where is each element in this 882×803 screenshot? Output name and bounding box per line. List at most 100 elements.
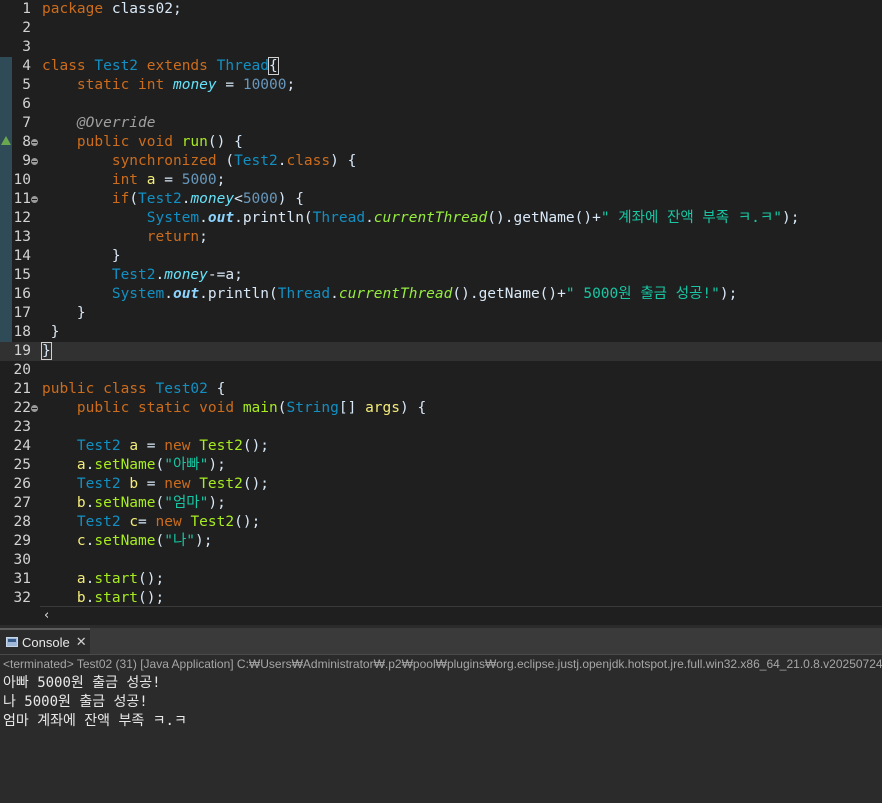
code-line[interactable]: 12 System.out.println(Thread.currentThre…	[0, 209, 882, 228]
code-token: "엄마"	[164, 495, 209, 511]
scroll-left-icon[interactable]: ‹	[44, 608, 49, 623]
code-token: (	[155, 533, 165, 549]
code-line[interactable]: 17 }	[0, 304, 882, 323]
console-status-text: <terminated> Test02 (31) [Java Applicati…	[3, 657, 882, 671]
line-number: 25	[13, 457, 31, 473]
code-token: b	[76, 590, 86, 606]
code-line[interactable]: 14 }	[0, 247, 882, 266]
code-token: <	[234, 191, 243, 207]
code-line[interactable]: 21 public class Test02 {	[0, 380, 882, 399]
code-token: a	[76, 571, 86, 587]
code-token: 5000	[242, 191, 278, 207]
code-editor[interactable]: 1 package class02; 2 3 4 class Test2 extends …	[0, 0, 882, 625]
code-token: money	[190, 191, 235, 207]
code-text: Test2 c= new Test2();	[42, 513, 260, 532]
code-token: " 5000원 출금 성공!"	[565, 286, 720, 302]
code-line[interactable]: 13 return;	[0, 228, 882, 247]
code-text: System.out.println(Thread.currentThread(…	[42, 285, 738, 304]
fold-collapse-icon[interactable]	[31, 405, 38, 412]
code-line[interactable]: 15 Test2.money-=a;	[0, 266, 882, 285]
line-number: 4	[22, 58, 31, 74]
code-token: public	[76, 134, 130, 150]
close-icon[interactable]: ✕	[76, 634, 87, 650]
code-token: ();	[242, 476, 270, 492]
code-token: .	[330, 286, 339, 302]
code-token: int	[138, 77, 165, 93]
code-token: Test2	[234, 153, 278, 169]
code-line[interactable]: 1 package class02;	[0, 0, 882, 19]
code-line[interactable]: 5 static int money = 10000;	[0, 76, 882, 95]
code-line[interactable]: 24 Test2 a = new Test2();	[0, 437, 882, 456]
code-token: new	[164, 438, 191, 454]
code-token: out	[207, 210, 235, 226]
code-line[interactable]: 23	[0, 418, 882, 437]
code-text: class Test2 extends Thread{	[42, 57, 279, 76]
line-number: 9	[22, 153, 31, 169]
code-line[interactable]: 11 if(Test2.money<5000) {	[0, 190, 882, 209]
code-line[interactable]: 9 synchronized (Test2.class) {	[0, 152, 882, 171]
code-token: c	[76, 533, 86, 549]
code-token: =	[138, 438, 165, 454]
code-token: {	[207, 381, 226, 397]
code-line[interactable]: 22 public static void main(String[] args…	[0, 399, 882, 418]
code-line[interactable]: 19}	[0, 342, 882, 361]
code-token: setName	[94, 533, 156, 549]
code-token: currentThread	[373, 210, 488, 226]
code-line[interactable]: 26 Test2 b = new Test2();	[0, 475, 882, 494]
console-output[interactable]: 아빠 5000원 출금 성공! 나 5000원 출금 성공! 엄마 계좌에 잔액 부…	[3, 674, 187, 731]
code-token: (	[129, 191, 139, 207]
code-line[interactable]: 6	[0, 95, 882, 114]
code-text: if(Test2.money<5000) {	[42, 190, 304, 209]
horizontal-scrollbar[interactable]: ‹	[40, 606, 882, 625]
code-token: );	[208, 495, 226, 511]
code-token: a	[129, 438, 139, 454]
code-line[interactable]: 4 class Test2 extends Thread{	[0, 57, 882, 76]
tab-console[interactable]: Console ✕	[0, 628, 90, 654]
code-lines[interactable]: 1 package class02; 2 3 4 class Test2 extends …	[0, 0, 882, 608]
code-line[interactable]: 20	[0, 361, 882, 380]
code-token: .	[199, 210, 208, 226]
code-line[interactable]: 27 b.setName("엄마");	[0, 494, 882, 513]
code-token: ();	[138, 590, 165, 606]
code-line[interactable]: 25 a.setName("아빠");	[0, 456, 882, 475]
code-token: synchronized	[111, 153, 217, 169]
code-line[interactable]: 7 @Override	[0, 114, 882, 133]
code-text: c.setName("나");	[42, 532, 213, 551]
code-token: .	[365, 210, 374, 226]
code-text: Test2 a = new Test2();	[42, 437, 269, 456]
line-number: 21	[13, 381, 31, 397]
code-line[interactable]: 30	[0, 551, 882, 570]
override-marker-icon[interactable]	[1, 136, 11, 145]
code-line[interactable]: 16 System.out.println(Thread.currentThre…	[0, 285, 882, 304]
code-text: Test2.money-=a;	[42, 266, 243, 285]
code-token: class	[103, 381, 147, 397]
fold-collapse-icon[interactable]	[31, 196, 38, 203]
code-token: new	[155, 514, 182, 530]
code-line[interactable]: 8 public void run() {	[0, 133, 882, 152]
code-line[interactable]: 3	[0, 38, 882, 57]
code-line[interactable]: 29 c.setName("나");	[0, 532, 882, 551]
code-token: 10000	[242, 77, 287, 93]
code-token: Test02	[155, 381, 208, 397]
code-token: package	[42, 1, 104, 17]
code-line[interactable]: 28 Test2 c= new Test2();	[0, 513, 882, 532]
code-line[interactable]: 10 int a = 5000;	[0, 171, 882, 190]
code-token: }	[42, 248, 121, 264]
fold-collapse-icon[interactable]	[31, 139, 38, 146]
code-line[interactable]: 18 }	[0, 323, 882, 342]
line-number: 8	[22, 134, 31, 150]
code-token: out	[172, 286, 200, 302]
console-view: Console ✕ <terminated> Test02 (31) [Java…	[0, 628, 882, 803]
fold-collapse-icon[interactable]	[31, 158, 38, 165]
code-line[interactable]: 31 a.start();	[0, 570, 882, 589]
code-line[interactable]: 2	[0, 19, 882, 38]
code-token: money	[164, 267, 208, 283]
code-text: package class02;	[42, 0, 182, 19]
code-token: );	[208, 457, 226, 473]
